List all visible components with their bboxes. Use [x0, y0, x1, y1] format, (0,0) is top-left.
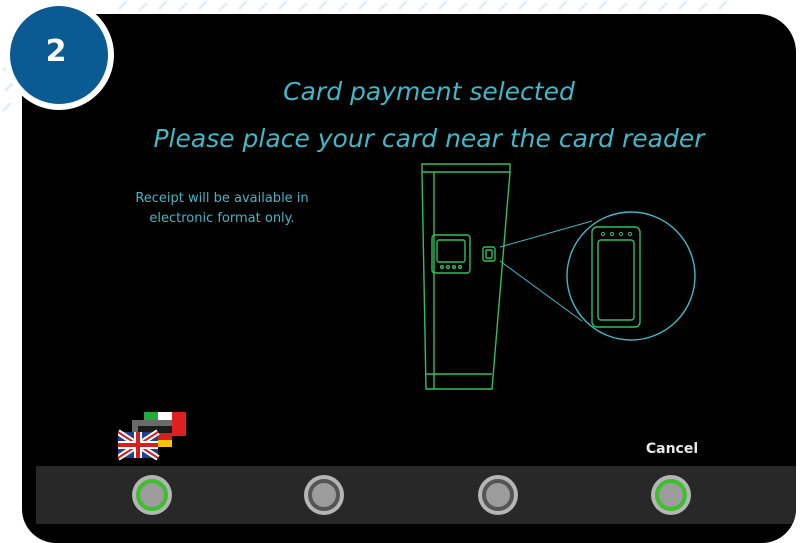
soft-key-3[interactable]	[478, 475, 518, 515]
cancel-label: Cancel	[645, 441, 699, 457]
step-number: 2	[10, 6, 108, 104]
kiosk-screen: Card payment selected Please place your …	[22, 14, 796, 543]
zoom-connector-lines	[499, 220, 593, 322]
kiosk-machine-icon	[421, 163, 511, 390]
soft-key-2-ring	[308, 479, 340, 511]
language-flags-icon[interactable]	[116, 412, 190, 462]
cancel-button-ring	[655, 479, 687, 511]
soft-key-bar	[36, 466, 796, 524]
card-reader-illustration	[421, 163, 696, 390]
soft-key-3-ring	[482, 479, 514, 511]
kiosk-stage: Card payment selected Please place your …	[0, 0, 803, 543]
card-reader-zoom-icon	[566, 211, 696, 341]
step-badge: 2	[4, 0, 114, 110]
soft-key-1[interactable]	[132, 475, 172, 515]
uk-flag	[116, 429, 160, 461]
soft-key-2[interactable]	[304, 475, 344, 515]
soft-key-1-ring	[136, 479, 168, 511]
cancel-button[interactable]	[651, 475, 691, 515]
